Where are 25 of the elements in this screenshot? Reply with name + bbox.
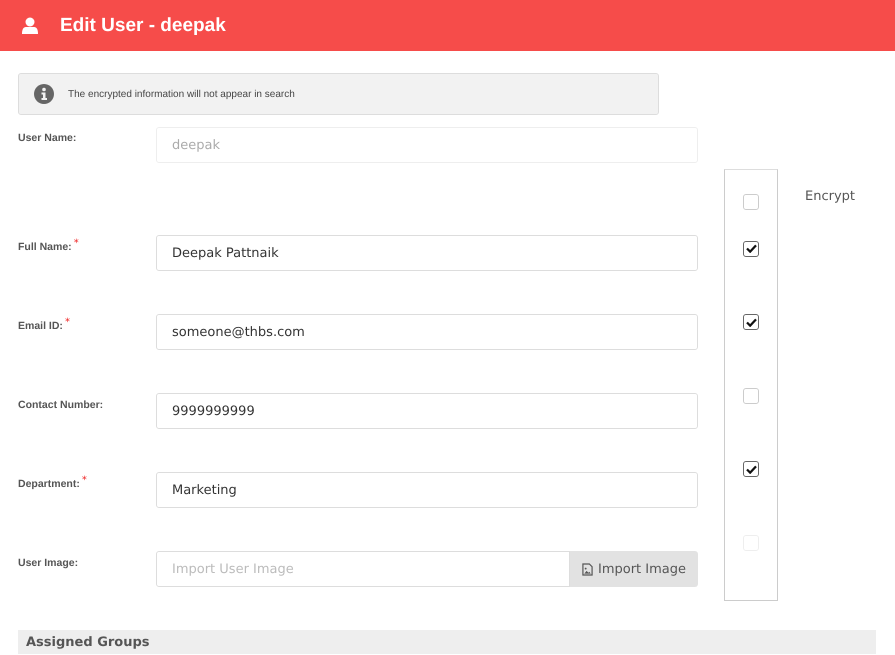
required-mark: * [74,238,79,249]
checkbox[interactable] [743,461,759,478]
checkbox[interactable] [743,314,759,330]
page-title: Edit User - deepak [60,14,226,36]
import-image-button[interactable]: Import Image [570,551,698,587]
required-mark: * [82,475,87,486]
encrypt-label: Encrypt [805,189,855,204]
required-mark: * [64,317,70,328]
field-label: Contact Number: [18,399,104,411]
input-field[interactable]: someone@thbs.com [156,314,698,350]
input-field[interactable]: Marketing [156,472,698,508]
field-label: User Image: [18,557,78,569]
field-label: Email ID: [18,320,63,332]
notice-text: The encrypted information will not appear in search [68,88,295,100]
field-label: Full Name: [18,241,72,253]
field-label: User Name: [18,131,78,144]
image-path-field[interactable]: Import User Image [156,551,570,587]
user-icon [22,16,38,34]
info-icon [34,84,54,104]
section-title: Assigned Groups [26,634,150,650]
input-field[interactable]: 9999999999 [156,393,698,429]
field-label: Department: [18,478,80,490]
image-file-icon [582,562,593,576]
input-field[interactable]: Deepak Pattnaik [156,235,698,271]
checkbox[interactable] [743,240,759,257]
